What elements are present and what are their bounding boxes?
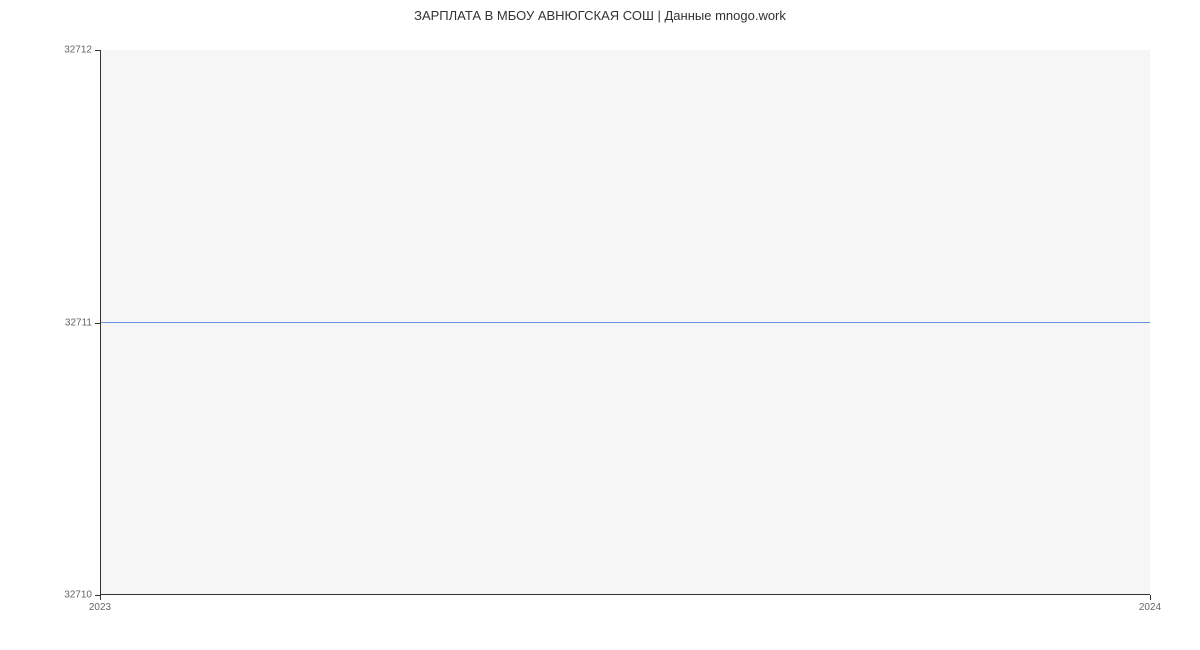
plot-area	[100, 50, 1150, 595]
x-tick-label: 2023	[89, 602, 111, 613]
chart-title: ЗАРПЛАТА В МБОУ АВНЮГСКАЯ СОШ | Данные m…	[0, 8, 1200, 23]
x-tick	[1150, 595, 1151, 600]
salary-chart: ЗАРПЛАТА В МБОУ АВНЮГСКАЯ СОШ | Данные m…	[0, 0, 1200, 650]
y-tick-label: 32711	[65, 317, 92, 328]
y-tick-label: 32710	[64, 590, 92, 601]
y-tick-label: 32712	[64, 45, 92, 56]
x-tick	[100, 595, 101, 600]
x-tick-label: 2024	[1139, 602, 1161, 613]
series-line-salary	[101, 322, 1150, 323]
